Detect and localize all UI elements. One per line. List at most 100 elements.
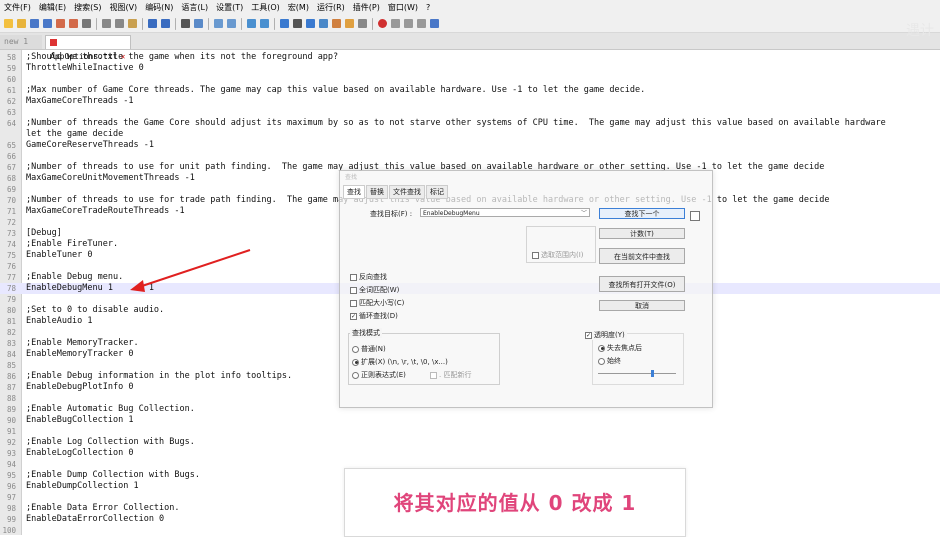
doc-map-icon[interactable] (332, 19, 341, 28)
menu-item[interactable]: 工具(O) (251, 2, 280, 13)
menu-item[interactable]: 编码(N) (145, 2, 173, 13)
menu-item[interactable]: 插件(P) (353, 2, 380, 13)
save-icon[interactable] (30, 19, 39, 28)
editor-line[interactable]: 63 (0, 107, 940, 118)
tab-replace[interactable]: 替换 (366, 185, 388, 199)
menu-item[interactable]: 宏(M) (288, 2, 309, 13)
line-text: ;Enable Debug menu. (26, 272, 124, 282)
editor-line[interactable]: 59 ThrottleWhileInactive 0 (0, 63, 940, 74)
editor-line[interactable]: 66 (0, 151, 940, 162)
menu-item[interactable]: 语言(L) (181, 2, 208, 13)
editor-line[interactable]: 61 ;Max number of Game Core threads. The … (0, 85, 940, 96)
editor-line[interactable]: 60 (0, 74, 940, 85)
record-macro-icon[interactable] (378, 19, 387, 28)
menu-item[interactable]: 视图(V) (109, 2, 137, 13)
play-multiple-macro-icon[interactable] (417, 19, 426, 28)
selection-scope-checkbox[interactable]: 选取范围内(I) (532, 250, 584, 260)
editor-line[interactable]: 90 EnableBugCollection 1 (0, 415, 940, 426)
close-all-icon[interactable] (69, 19, 78, 28)
mode-regex-radio[interactable]: 正则表达式(E) (352, 370, 406, 380)
transparency-checkbox[interactable]: ✓ 透明度(Y) (585, 330, 627, 340)
menu-item[interactable]: 编辑(E) (39, 2, 66, 13)
cancel-button[interactable]: 取消 (599, 300, 685, 311)
menu-item[interactable]: 运行(R) (317, 2, 345, 13)
line-text: MaxGameCoreThreads -1 (26, 96, 134, 106)
zoom-out-icon[interactable] (227, 19, 236, 28)
tab-mark[interactable]: 标记 (426, 185, 448, 199)
copy-icon[interactable] (115, 19, 124, 28)
find-next-button[interactable]: 查找下一个 (599, 208, 685, 219)
match-case-checkbox[interactable]: 匹配大小写(C) (350, 298, 404, 308)
stop-macro-icon[interactable] (391, 19, 400, 28)
folder-workspace-icon[interactable] (345, 19, 354, 28)
line-text: EnableAudio 1 (26, 316, 93, 326)
open-file-icon[interactable] (17, 19, 26, 28)
caption-text: 将其对应的值从 0 改成 1 (393, 491, 637, 515)
transparency-slider[interactable] (598, 370, 676, 377)
user-lang-icon[interactable] (319, 19, 328, 28)
save-all-icon[interactable] (43, 19, 52, 28)
new-file-icon[interactable] (4, 19, 13, 28)
dot-matches-newline-checkbox[interactable]: . 匹配新行 (430, 370, 471, 380)
editor-line[interactable]: 93 EnableLogCollection 0 (0, 448, 940, 459)
mode-normal-radio[interactable]: 普通(N) (352, 344, 386, 354)
undo-icon[interactable] (148, 19, 157, 28)
find-in-current-button[interactable]: 在当前文件中查找 (599, 248, 685, 264)
redo-icon[interactable] (161, 19, 170, 28)
editor-line[interactable]: 65 GameCoreReserveThreads -1 (0, 140, 940, 151)
backward-search-checkbox[interactable]: 反向查找 (350, 272, 387, 282)
whole-word-checkbox[interactable]: 全词匹配(W) (350, 285, 399, 295)
save-macro-icon[interactable] (430, 19, 439, 28)
chevron-down-icon[interactable]: ﹀ (581, 209, 587, 218)
transparency-on-blur-radio[interactable]: 失去焦点后 (598, 343, 642, 353)
slider-thumb[interactable] (650, 370, 654, 377)
menu-item[interactable]: 搜索(S) (74, 2, 101, 13)
tab-find-in-files[interactable]: 文件查找 (389, 185, 425, 199)
find-icon[interactable] (181, 19, 190, 28)
tab-appoptions[interactable]: AppOptions.txt ✕ (45, 35, 131, 61)
paste-icon[interactable] (128, 19, 137, 28)
find-target-input[interactable]: EnableDebugMenu ﹀ (420, 208, 590, 217)
menu-item[interactable]: 设置(T) (216, 2, 243, 13)
find-in-all-open-button[interactable]: 查找所有打开文件(O) (599, 276, 685, 292)
show-all-chars-icon[interactable] (293, 19, 302, 28)
monitor-icon[interactable] (358, 19, 367, 28)
line-number: 87 (6, 383, 16, 392)
line-number: 94 (6, 460, 16, 469)
menu-item[interactable]: 文件(F) (4, 2, 31, 13)
menu-item[interactable]: 窗口(W) (388, 2, 418, 13)
find-next-option-checkbox[interactable] (690, 211, 700, 221)
line-text: ;Enable Log Collection with Bugs. (26, 437, 195, 447)
editor-line[interactable]: 58 ;Should we throttle the game when its … (0, 52, 940, 63)
editor-line[interactable]: 62 MaxGameCoreThreads -1 (0, 96, 940, 107)
mode-extended-radio[interactable]: 扩展(X) (\n, \r, \t, \0, \x...) (352, 357, 448, 367)
word-wrap-icon[interactable] (280, 19, 289, 28)
tab-new-1[interactable]: new 1 (0, 35, 42, 49)
cut-icon[interactable] (102, 19, 111, 28)
line-number: 82 (6, 328, 16, 337)
line-number: 91 (6, 427, 16, 436)
count-button[interactable]: 计数(T) (599, 228, 685, 239)
radio-off (352, 371, 359, 379)
print-icon[interactable] (82, 19, 91, 28)
sync-horizontal-icon[interactable] (260, 19, 269, 28)
tab-label: new 1 (4, 37, 29, 46)
zoom-in-icon[interactable] (214, 19, 223, 28)
tab-find[interactable]: 查找 (343, 185, 365, 199)
line-text: ;Enable Dump Collection with Bugs. (26, 470, 200, 480)
sync-vertical-icon[interactable] (247, 19, 256, 28)
wrap-around-checkbox[interactable]: ✓ 循环查找(D) (350, 311, 398, 321)
editor-line[interactable]: 64 ;Number of threads the Game Core shoul… (0, 118, 940, 129)
transparency-always-radio[interactable]: 始终 (598, 356, 621, 366)
line-text: ;Enable FireTuner. (26, 239, 119, 249)
line-number: 97 (6, 493, 16, 502)
option-label: 全词匹配(W) (359, 286, 400, 294)
editor-line[interactable]: let the game decide (0, 129, 940, 140)
menu-item[interactable]: ? (426, 3, 430, 12)
close-icon[interactable] (56, 19, 65, 28)
replace-icon[interactable] (194, 19, 203, 28)
play-macro-icon[interactable] (404, 19, 413, 28)
indent-guide-icon[interactable] (306, 19, 315, 28)
editor-line[interactable]: 91 (0, 426, 940, 437)
editor-line[interactable]: 92 ;Enable Log Collection with Bugs. (0, 437, 940, 448)
